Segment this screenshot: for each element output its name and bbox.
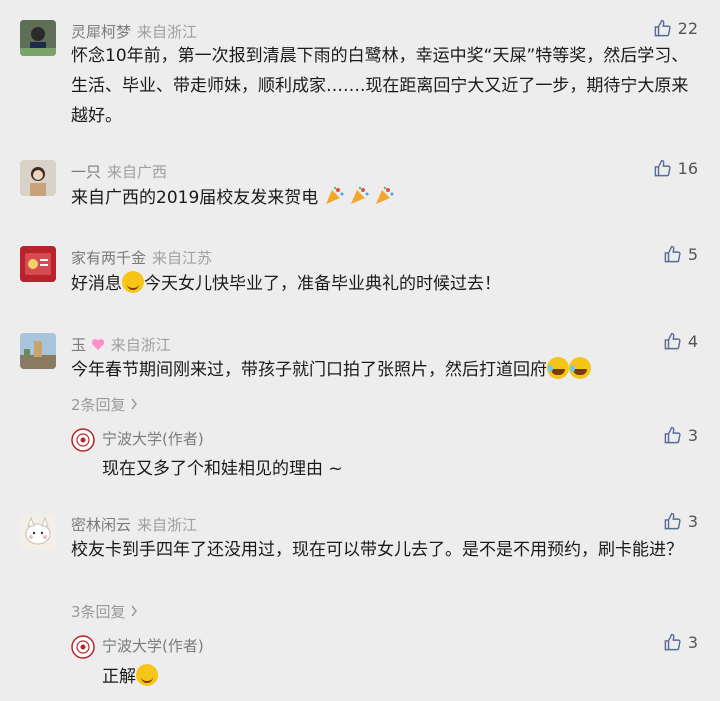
like-count: 16 <box>677 159 698 178</box>
like-count: 3 <box>687 426 698 445</box>
commenter-name[interactable]: 一只 <box>71 163 101 181</box>
author-avatar[interactable] <box>71 635 95 659</box>
commenter-location: 来自江苏 <box>152 249 213 267</box>
author-avatar[interactable] <box>71 428 95 452</box>
comment-header: 玉 来自浙江 <box>71 334 171 355</box>
reply-text: 正解 <box>102 662 158 687</box>
like-button[interactable]: 3 <box>663 633 698 652</box>
comment-header: 灵犀柯梦 来自浙江 <box>71 21 197 42</box>
comment-text-content: 来自广西的2019届校友发来贺电 <box>71 188 319 208</box>
thumbs-up-icon <box>664 512 681 530</box>
like-count: 3 <box>687 512 698 531</box>
avatar[interactable] <box>20 160 56 196</box>
like-count: 22 <box>677 19 698 38</box>
hug-emoji <box>122 271 144 293</box>
thumbs-up-icon <box>664 633 681 651</box>
like-count: 3 <box>687 633 698 652</box>
reply-author-name[interactable]: 宁波大学(作者) <box>102 635 204 656</box>
like-button[interactable]: 16 <box>653 159 698 178</box>
like-count: 5 <box>687 245 698 264</box>
commenter-name[interactable]: 灵犀柯梦 <box>71 23 131 41</box>
commenter-location: 来自浙江 <box>137 23 198 41</box>
heart-icon <box>91 339 104 350</box>
like-button[interactable]: 3 <box>663 512 698 531</box>
comment-text: 校友卡到手四年了还没用过，现在可以带女儿去了。是不是不用预约，刷卡能进？ <box>71 540 683 560</box>
like-button[interactable]: 22 <box>653 19 698 38</box>
party-popper-emoji <box>325 186 344 204</box>
comment-header: 一只 来自广西 <box>71 161 167 182</box>
avatar[interactable] <box>20 246 56 282</box>
avatar[interactable] <box>20 514 56 550</box>
comment-text-part1: 好消息 <box>71 274 122 294</box>
comment-text-content: 今年春节期间刚来过，带孩子就门口拍了张照片，然后打道回府 <box>71 360 547 380</box>
reply-text: 现在又多了个和娃相见的理由 ~ <box>102 459 343 479</box>
more-replies-label: 2条回复 <box>71 396 126 414</box>
more-replies-link[interactable]: 2条回复 <box>71 394 138 415</box>
thumbs-up-icon <box>654 159 671 177</box>
comment-header: 密林闲云 来自浙江 <box>71 514 197 535</box>
commenter-name[interactable]: 密林闲云 <box>71 516 131 534</box>
reply-author-name[interactable]: 宁波大学(作者) <box>102 428 204 449</box>
commenter-location: 来自广西 <box>107 163 168 181</box>
comment-text: 怀念10年前，第一次报到清晨下雨的白鹭林，幸运中奖“天屎”特等奖，然后学习、生活… <box>71 46 689 126</box>
comment-header: 家有两千金 来自江苏 <box>71 247 212 268</box>
reply-text-content: 正解 <box>102 667 136 687</box>
commenter-name[interactable]: 家有两千金 <box>71 249 146 267</box>
thumbs-up-icon <box>664 245 681 263</box>
like-button[interactable]: 3 <box>663 426 698 445</box>
party-popper-emoji <box>351 186 369 204</box>
commenter-name[interactable]: 玉 <box>71 336 86 354</box>
party-popper-emoji <box>376 186 394 204</box>
thumbs-up-icon <box>664 332 681 350</box>
comment-text-part2: 今天女儿快毕业了，准备毕业典礼的时候过去！ <box>144 274 501 294</box>
avatar[interactable] <box>20 333 56 369</box>
chevron-right-icon <box>131 605 138 617</box>
like-button[interactable]: 4 <box>663 332 698 351</box>
like-count: 4 <box>687 332 698 351</box>
like-button[interactable]: 5 <box>663 245 698 264</box>
more-replies-link[interactable]: 3条回复 <box>71 601 138 622</box>
comment-text: 好消息 今天女儿快毕业了，准备毕业典礼的时候过去！ <box>71 269 701 299</box>
commenter-location: 来自浙江 <box>110 336 171 354</box>
avatar[interactable] <box>20 20 56 56</box>
laughing-emoji <box>547 357 569 379</box>
chevron-right-icon <box>131 398 138 410</box>
more-replies-label: 3条回复 <box>71 603 126 621</box>
commenter-location: 来自浙江 <box>137 516 198 534</box>
smile-emoji <box>136 664 158 686</box>
thumbs-up-icon <box>664 426 681 444</box>
comment-text: 来自广西的2019届校友发来贺电 <box>71 183 701 213</box>
thumbs-up-icon <box>654 19 671 37</box>
laughing-emoji <box>569 357 591 379</box>
comment-text: 今年春节期间刚来过，带孩子就门口拍了张照片，然后打道回府 <box>71 355 701 385</box>
